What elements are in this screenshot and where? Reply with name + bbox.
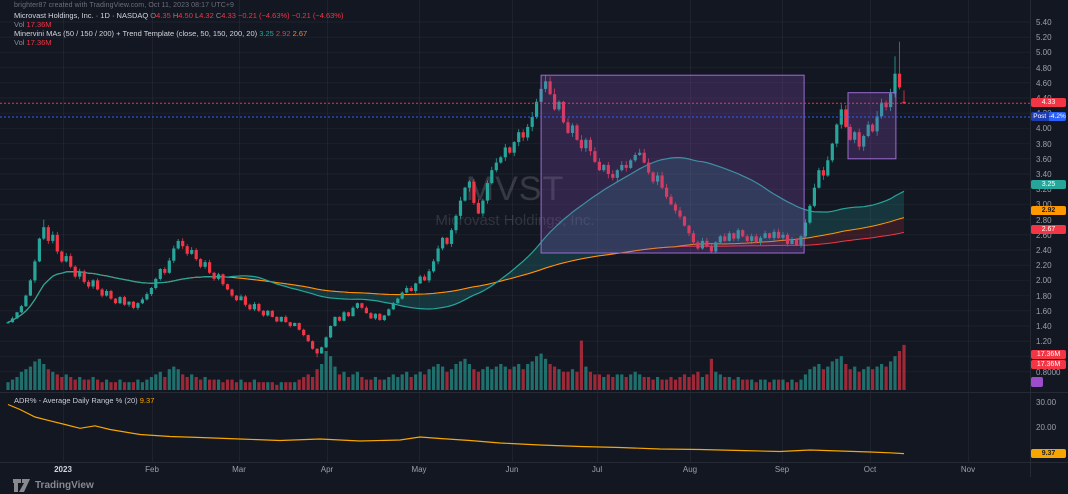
price-axis-separator <box>1030 0 1031 477</box>
price-tick-label: 4.60 <box>1036 79 1052 88</box>
price-tick-label: 0.8000 <box>1036 368 1060 377</box>
price-chart-canvas[interactable] <box>0 0 1068 494</box>
price-tick-label: 3.40 <box>1036 170 1052 179</box>
close-value: 4.33 <box>221 11 236 20</box>
time-axis-separator <box>0 462 1068 463</box>
price-tick-label: 2.40 <box>1036 246 1052 255</box>
price-tick-label: 5.20 <box>1036 33 1052 42</box>
ma200-value: 2.67 <box>293 29 308 38</box>
time-tick-label: Oct <box>864 465 876 474</box>
price-tick-label: 1.40 <box>1036 322 1052 331</box>
price-tick-label: 3.80 <box>1036 140 1052 149</box>
volume-legend-row[interactable]: Vol 17.36M <box>14 20 343 29</box>
axis-value-badge: 3.25 <box>1031 180 1066 189</box>
price-tick-label: 4.80 <box>1036 64 1052 73</box>
price-tick-label: 1.60 <box>1036 307 1052 316</box>
post-market-change: -4.2% <box>1049 112 1067 121</box>
open-value: 4.35 <box>156 11 171 20</box>
price-tick-label: 1.20 <box>1036 337 1052 346</box>
post-market-label: Post <box>1031 112 1049 121</box>
axis-value-badge: 17.36M <box>1031 350 1066 359</box>
tradingview-logo-text: TradingView <box>35 480 94 491</box>
post-market-badge: Post-4.2% <box>1031 112 1066 121</box>
time-tick-label: Jul <box>592 465 602 474</box>
axis-value-badge: 4.33 <box>1031 98 1066 107</box>
volume-value: 17.36M <box>27 20 52 29</box>
price-tick-label: 5.00 <box>1036 48 1052 57</box>
adr-line <box>8 405 904 454</box>
high-value: 4.50 <box>178 11 193 20</box>
price-tick-label: 2.80 <box>1036 216 1052 225</box>
time-tick-label: Mar <box>232 465 246 474</box>
tradingview-chart-window: brighter87 created with TradingView.com,… <box>0 0 1068 494</box>
minervini-indicator-row[interactable]: Minervini MAs (50 / 150 / 200) + Trend T… <box>14 29 343 38</box>
time-tick-label: Apr <box>321 465 333 474</box>
axis-alert-marker[interactable] <box>1031 377 1043 387</box>
adr-title[interactable]: ADR% - Average Daily Range % (20) <box>14 396 138 405</box>
pane-separator[interactable] <box>0 392 1068 393</box>
volume-label: Vol <box>14 20 24 29</box>
axis-value-badge: 2.92 <box>1031 206 1066 215</box>
symbol-legend-row[interactable]: Microvast Holdings, Inc. · 1D · NASDAQ O… <box>14 11 343 20</box>
volume-label-2: Vol <box>14 38 24 47</box>
indicator-title[interactable]: Minervini MAs (50 / 150 / 200) + Trend T… <box>14 29 257 38</box>
adr-tick-label: 20.00 <box>1036 423 1056 432</box>
ma150-value: 2.92 <box>276 29 291 38</box>
tradingview-logo-icon <box>13 479 30 492</box>
axis-value-badge: 9.37 <box>1031 449 1066 458</box>
time-tick-label: Aug <box>683 465 697 474</box>
time-tick-label: May <box>411 465 426 474</box>
price-tick-label: 1.80 <box>1036 292 1052 301</box>
time-tick-label: Jun <box>506 465 519 474</box>
adr-tick-label: 30.00 <box>1036 398 1056 407</box>
axis-value-badge: 2.67 <box>1031 225 1066 234</box>
extended-change-value: −0.21 (−4.63%) <box>292 11 344 20</box>
adr-indicator-row[interactable]: ADR% - Average Daily Range % (20) 9.37 <box>14 396 154 405</box>
adr-value: 9.37 <box>140 396 155 405</box>
tradingview-logo[interactable]: TradingView <box>13 479 94 492</box>
symbol-title[interactable]: Microvast Holdings, Inc. · 1D · NASDAQ <box>14 11 148 20</box>
time-tick-label: Sep <box>775 465 789 474</box>
price-tick-label: 2.00 <box>1036 276 1052 285</box>
price-tick-label: 5.40 <box>1036 18 1052 27</box>
axis-value-badge: 17.36M <box>1031 360 1066 369</box>
time-tick-label: Feb <box>145 465 159 474</box>
volume-value-2: 17.36M <box>27 38 52 47</box>
ma50-value: 3.25 <box>259 29 274 38</box>
low-value: 4.32 <box>199 11 214 20</box>
volume-legend-row-2[interactable]: Vol 17.36M <box>14 38 343 47</box>
drawing-rectangle[interactable] <box>848 93 896 159</box>
time-tick-label: 2023 <box>54 465 72 474</box>
price-tick-label: 3.60 <box>1036 155 1052 164</box>
drawing-rectangle[interactable] <box>541 75 804 253</box>
chart-legend: Microvast Holdings, Inc. · 1D · NASDAQ O… <box>14 11 343 47</box>
time-tick-label: Nov <box>961 465 975 474</box>
price-tick-label: 2.20 <box>1036 261 1052 270</box>
price-tick-label: 4.00 <box>1036 124 1052 133</box>
change-value: −0.21 (−4.63%) <box>238 11 290 20</box>
